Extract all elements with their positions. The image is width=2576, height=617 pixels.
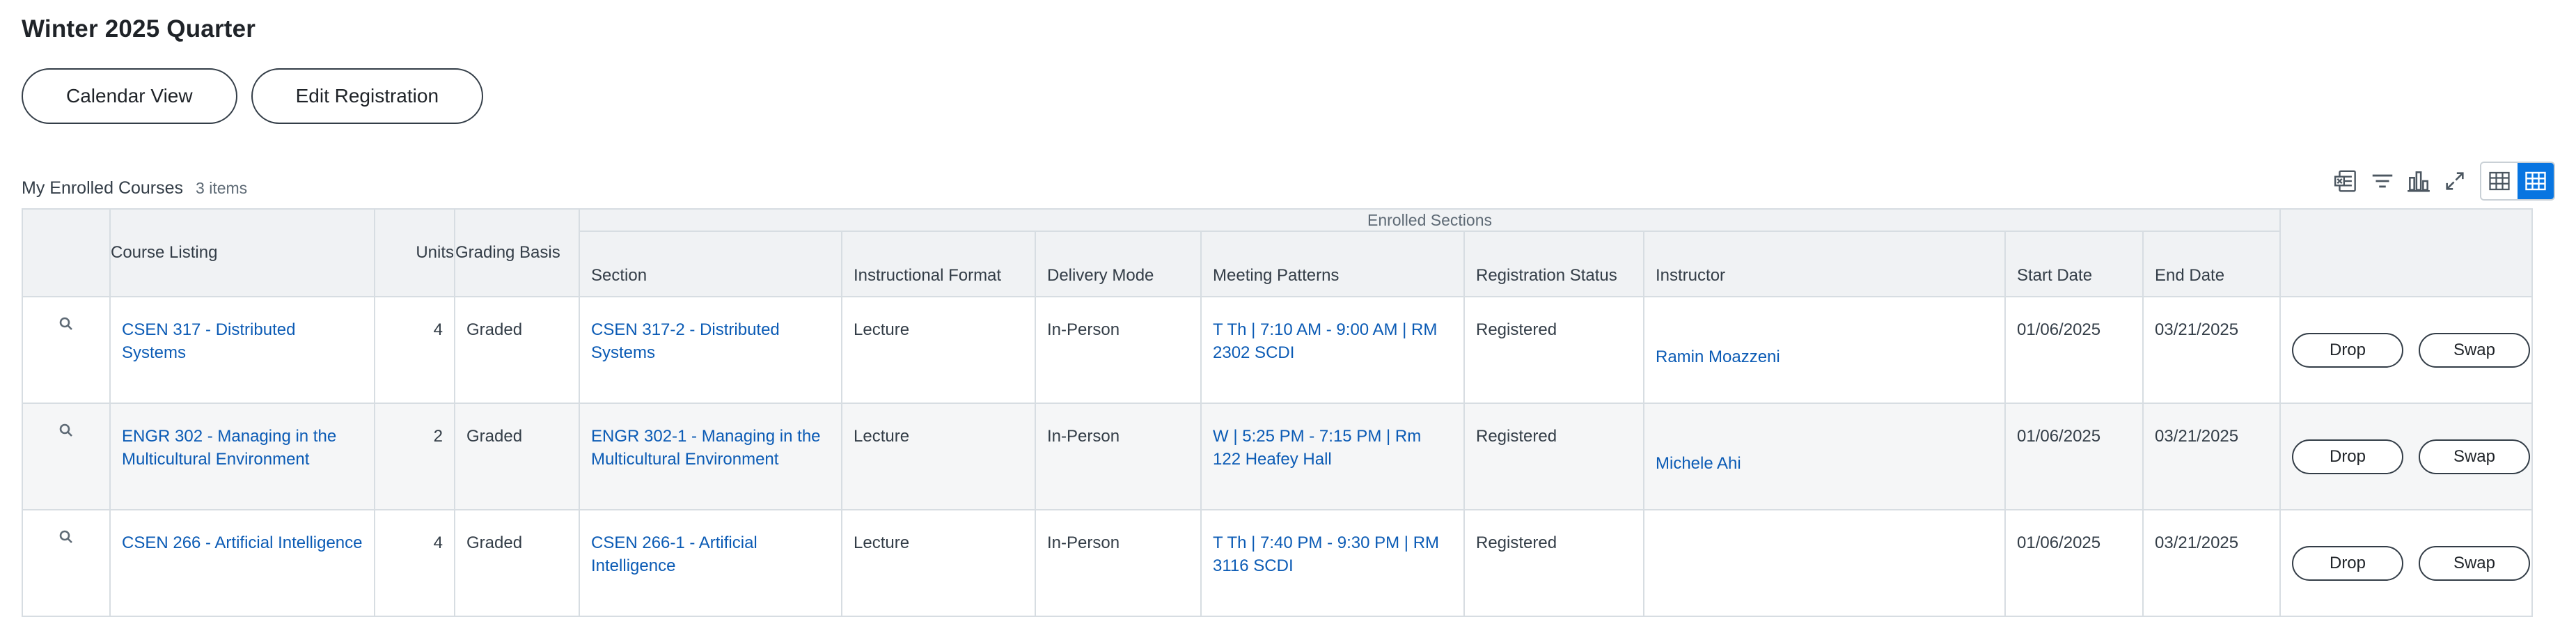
meeting-patterns-cell: W | 5:25 PM - 7:15 PM | Rm 122 Heafey Ha… — [1200, 403, 1465, 510]
view-toggle — [2480, 162, 2555, 201]
column-header-units[interactable]: Units — [374, 208, 455, 297]
swap-button[interactable]: Swap — [2419, 332, 2530, 368]
grading-basis-cell: Graded — [454, 296, 580, 404]
start-date-cell: 01/06/2025 — [2004, 403, 2144, 510]
row-view-cell — [22, 296, 111, 404]
column-header-end-date[interactable]: End Date — [2142, 231, 2281, 297]
table-view-icon[interactable] — [2481, 163, 2518, 199]
start-date-cell: 01/06/2025 — [2004, 296, 2144, 404]
registration-status-cell: Registered — [1463, 296, 1644, 404]
fullscreen-icon[interactable] — [2437, 163, 2473, 199]
meeting-patterns-link[interactable]: W | 5:25 PM - 7:15 PM | Rm 122 Heafey Ha… — [1213, 427, 1421, 469]
instructor-cell — [1643, 509, 2006, 617]
grid-header: My Enrolled Courses 3 items — [22, 178, 247, 198]
instructor-link[interactable]: Michele Ahi — [1656, 454, 1741, 473]
action-bar: Calendar View Edit Registration — [22, 68, 484, 124]
meeting-patterns-cell: T Th | 7:40 PM - 9:30 PM | RM 3116 SCDI — [1200, 509, 1465, 617]
swap-button[interactable]: Swap — [2419, 439, 2530, 474]
units-cell: 4 — [374, 296, 455, 404]
actions-column-header — [2279, 208, 2533, 297]
meeting-patterns-link[interactable]: T Th | 7:10 AM - 9:00 AM | RM 2302 SCDI — [1213, 320, 1437, 362]
column-header-meeting-patterns[interactable]: Meeting Patterns — [1200, 231, 1465, 297]
grading-basis-cell: Graded — [454, 509, 580, 617]
grid-item-count: 3 items — [196, 179, 248, 197]
grid-toolbar — [2328, 162, 2555, 201]
instructor-cell: Michele Ahi — [1643, 403, 2006, 510]
row-action-header — [22, 208, 111, 297]
instructional-format-cell: Lecture — [841, 509, 1036, 617]
instructor-link[interactable]: Ramin Moazzeni — [1656, 347, 1780, 366]
grading-basis-cell: Graded — [454, 403, 580, 510]
drop-button[interactable]: Drop — [2292, 439, 2403, 474]
row-view-cell — [22, 403, 111, 510]
column-header-instructor[interactable]: Instructor — [1643, 231, 2006, 297]
registration-status-cell: Registered — [1463, 403, 1644, 510]
end-date-cell: 03/21/2025 — [2142, 403, 2281, 510]
chart-icon[interactable] — [2401, 163, 2437, 199]
section-link[interactable]: CSEN 317-2 - Distributed Systems — [591, 320, 780, 362]
filter-icon[interactable] — [2364, 163, 2401, 199]
course-listing-link[interactable]: CSEN 317 - Distributed Systems — [122, 320, 295, 362]
course-listing-link[interactable]: CSEN 266 - Artificial Intelligence — [122, 533, 363, 552]
drop-button[interactable]: Drop — [2292, 545, 2403, 581]
table-row: CSEN 266 - Artificial Intelligence 4 Gra… — [22, 509, 2533, 617]
delivery-mode-cell: In-Person — [1035, 403, 1202, 510]
section-cell: CSEN 317-2 - Distributed Systems — [579, 296, 842, 404]
end-date-cell: 03/21/2025 — [2142, 509, 2281, 617]
section-cell: CSEN 266-1 - Artificial Intelligence — [579, 509, 842, 617]
row-actions-cell: Drop Swap — [2279, 403, 2533, 510]
export-excel-icon[interactable] — [2328, 163, 2364, 199]
instructional-format-cell: Lecture — [841, 403, 1036, 510]
registration-status-cell: Registered — [1463, 509, 1644, 617]
row-actions-cell: Drop Swap — [2279, 296, 2533, 404]
units-cell: 2 — [374, 403, 455, 510]
edit-registration-button[interactable]: Edit Registration — [251, 68, 484, 124]
column-header-registration-status[interactable]: Registration Status — [1463, 231, 1644, 297]
instructor-cell: Ramin Moazzeni — [1643, 296, 2006, 404]
course-listing-cell: CSEN 317 - Distributed Systems — [109, 296, 375, 404]
column-header-delivery-mode[interactable]: Delivery Mode — [1035, 231, 1202, 297]
table-row: ENGR 302 - Managing in the Multicultural… — [22, 403, 2533, 510]
instructional-format-cell: Lecture — [841, 296, 1036, 404]
table-row: CSEN 317 - Distributed Systems 4 Graded … — [22, 296, 2533, 404]
course-listing-cell: CSEN 266 - Artificial Intelligence — [109, 509, 375, 617]
magnifier-icon[interactable] — [58, 423, 74, 443]
column-header-course-listing[interactable]: Course Listing — [109, 208, 375, 297]
page-title: Winter 2025 Quarter — [22, 15, 256, 42]
start-date-cell: 01/06/2025 — [2004, 509, 2144, 617]
row-actions-cell: Drop Swap — [2279, 509, 2533, 617]
calendar-view-button[interactable]: Calendar View — [22, 68, 237, 124]
course-listing-link[interactable]: ENGR 302 - Managing in the Multicultural… — [122, 427, 336, 469]
grid-title: My Enrolled Courses — [22, 178, 184, 198]
grid-view-icon[interactable] — [2518, 163, 2554, 199]
enrolled-courses-table: Course Listing Units Grading Basis Enrol… — [22, 208, 2533, 617]
delivery-mode-cell: In-Person — [1035, 296, 1202, 404]
meeting-patterns-link[interactable]: T Th | 7:40 PM - 9:30 PM | RM 3116 SCDI — [1213, 533, 1439, 575]
magnifier-icon[interactable] — [58, 530, 74, 549]
section-link[interactable]: CSEN 266-1 - Artificial Intelligence — [591, 533, 757, 575]
magnifier-icon[interactable] — [58, 317, 74, 336]
section-cell: ENGR 302-1 - Managing in the Multicultur… — [579, 403, 842, 510]
column-header-start-date[interactable]: Start Date — [2004, 231, 2144, 297]
meeting-patterns-cell: T Th | 7:10 AM - 9:00 AM | RM 2302 SCDI — [1200, 296, 1465, 404]
end-date-cell: 03/21/2025 — [2142, 296, 2281, 404]
column-header-instructional-format[interactable]: Instructional Format — [841, 231, 1036, 297]
column-header-grading-basis[interactable]: Grading Basis — [454, 208, 580, 297]
units-cell: 4 — [374, 509, 455, 617]
delivery-mode-cell: In-Person — [1035, 509, 1202, 617]
course-listing-cell: ENGR 302 - Managing in the Multicultural… — [109, 403, 375, 510]
drop-button[interactable]: Drop — [2292, 332, 2403, 368]
section-link[interactable]: ENGR 302-1 - Managing in the Multicultur… — [591, 427, 821, 469]
swap-button[interactable]: Swap — [2419, 545, 2530, 581]
row-view-cell — [22, 509, 111, 617]
column-group-enrolled-sections: Enrolled Sections — [579, 208, 2281, 232]
column-header-section[interactable]: Section — [579, 231, 842, 297]
